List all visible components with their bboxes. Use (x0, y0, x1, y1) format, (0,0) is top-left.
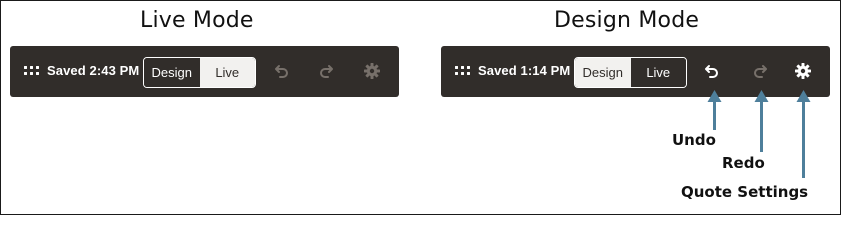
gear-icon[interactable] (793, 61, 813, 81)
live-mode-button[interactable]: Live (199, 58, 255, 87)
mode-toggle: Design Live (574, 57, 687, 88)
undo-icon[interactable] (702, 61, 722, 81)
design-mode-toolbar: Saved 1:14 PM Design Live (441, 46, 830, 97)
live-mode-heading: Live Mode (140, 8, 254, 33)
redo-icon[interactable] (750, 61, 770, 81)
undo-callout-label: Undo (672, 131, 716, 149)
redo-callout-label: Redo (722, 154, 765, 172)
design-mode-heading: Design Mode (554, 8, 700, 33)
redo-icon[interactable] (316, 61, 336, 81)
drag-handle-icon[interactable] (455, 66, 471, 76)
design-mode-button[interactable]: Design (144, 58, 200, 87)
saved-status: Saved 1:14 PM (478, 63, 571, 78)
live-mode-button[interactable]: Live (630, 58, 686, 87)
live-mode-toolbar: Saved 2:43 PM Design Live (10, 46, 399, 97)
saved-status: Saved 2:43 PM (47, 63, 140, 78)
drag-handle-icon[interactable] (24, 66, 40, 76)
quote-settings-callout-label: Quote Settings (681, 183, 809, 201)
undo-icon[interactable] (272, 61, 292, 81)
design-mode-button[interactable]: Design (575, 58, 631, 87)
mode-toggle: Design Live (143, 57, 256, 88)
gear-icon[interactable] (362, 61, 382, 81)
